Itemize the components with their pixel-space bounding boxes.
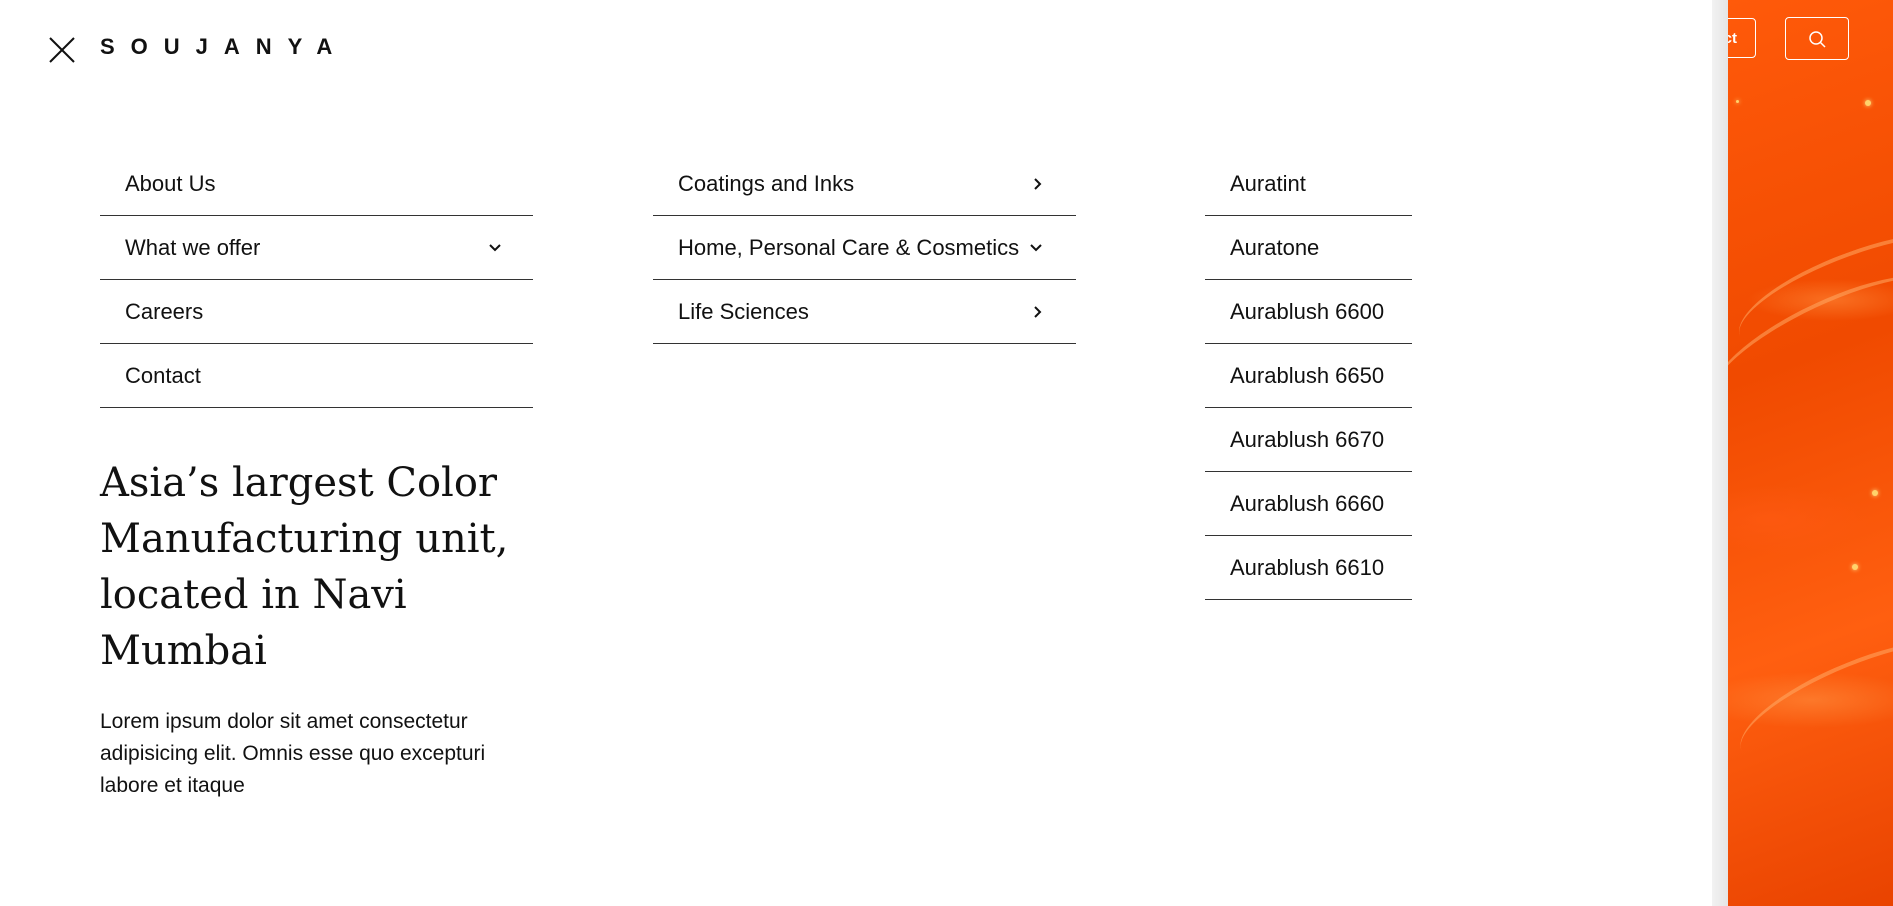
- menu-item-label: Home, Personal Care & Cosmetics: [678, 234, 1020, 260]
- menu-item-label: Aurablush 6600: [1230, 298, 1385, 324]
- chevron-down-icon: [1030, 243, 1042, 251]
- menu-item-label: Life Sciences: [678, 298, 809, 324]
- menu-item-product[interactable]: Aurablush 6610: [1205, 536, 1412, 600]
- menu-item-careers[interactable]: Careers: [100, 280, 533, 344]
- menu-item-label: Aurablush 6650: [1230, 362, 1385, 388]
- menu-item-coatings-and-inks[interactable]: Coatings and Inks: [653, 152, 1076, 216]
- main-menu: About Us What we offer Careers Contact: [100, 152, 533, 408]
- menu-item-label: Aurablush 6610: [1230, 554, 1385, 580]
- menu-item-label: Aurablush 6670: [1230, 426, 1385, 452]
- products-menu: Auratint Auratone Aurablush 6600 Aurablu…: [1205, 152, 1412, 600]
- menu-item-label: Contact: [125, 362, 201, 388]
- chevron-right-icon: [1034, 177, 1042, 190]
- menu-item-label: About Us: [125, 170, 216, 196]
- offerings-menu: Coatings and Inks Home, Personal Care & …: [653, 152, 1076, 344]
- chevron-down-icon: [489, 243, 501, 251]
- promo-headline: Asia’s largest Color Manufacturing unit,…: [100, 460, 509, 674]
- menu-item-label: Auratint: [1230, 170, 1306, 196]
- hero-background-image: [1696, 0, 1893, 906]
- menu-item-label: Aurablush 6660: [1230, 490, 1385, 516]
- close-icon[interactable]: [48, 36, 76, 64]
- search-icon: [1809, 30, 1826, 48]
- chevron-right-icon: [1034, 305, 1042, 318]
- menu-item-product[interactable]: Aurablush 6650: [1205, 344, 1412, 408]
- menu-item-product[interactable]: Aurablush 6670: [1205, 408, 1412, 472]
- menu-item-product[interactable]: Aurablush 6600: [1205, 280, 1412, 344]
- menu-item-label: What we offer: [125, 234, 261, 260]
- contact-button[interactable]: ct: [1656, 18, 1756, 58]
- menu-item-home-personal-care[interactable]: Home, Personal Care & Cosmetics: [653, 216, 1076, 280]
- promo-body: Lorem ipsum dolor sit amet consectetur a…: [100, 710, 486, 797]
- brand-logo[interactable]: SOUJANYA: [100, 34, 348, 60]
- menu-item-label: Coatings and Inks: [678, 170, 855, 196]
- search-button[interactable]: [1785, 17, 1849, 60]
- menu-item-life-sciences[interactable]: Life Sciences: [653, 280, 1076, 344]
- menu-item-product[interactable]: Auratone: [1205, 216, 1412, 280]
- menu-item-what-we-offer[interactable]: What we offer: [100, 216, 533, 280]
- menu-item-label: Careers: [125, 298, 204, 324]
- menu-item-product[interactable]: Auratint: [1205, 152, 1412, 216]
- menu-item-about-us[interactable]: About Us: [100, 152, 533, 216]
- menu-item-product[interactable]: Aurablush 6660: [1205, 472, 1412, 536]
- menu-panel-edge: [1712, 0, 1728, 906]
- menu-item-contact[interactable]: Contact: [100, 344, 533, 408]
- menu-item-label: Auratone: [1230, 234, 1320, 260]
